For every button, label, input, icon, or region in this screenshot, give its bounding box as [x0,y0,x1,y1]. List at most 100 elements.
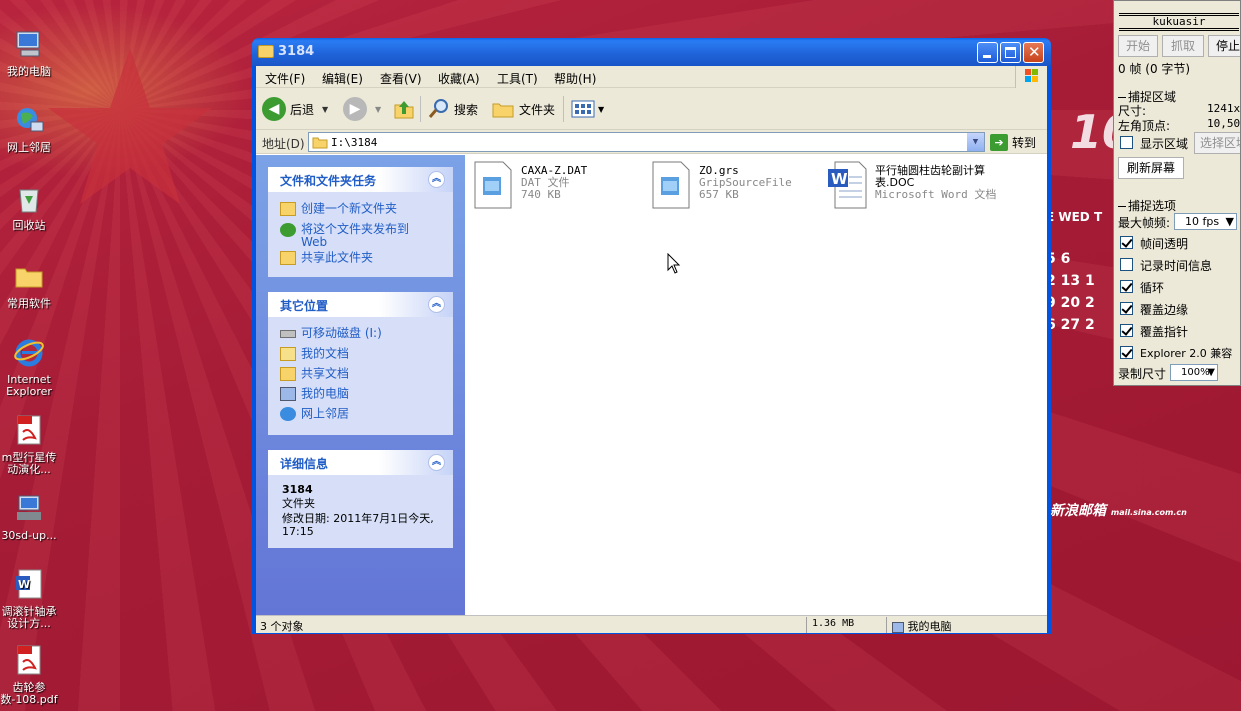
explorer-window: 3184 ✕ 文件(F) 编辑(E) 查看(V) 收藏(A) 工具(T) 帮助(… [252,38,1051,634]
collapse-chevron-icon[interactable]: ︽ [428,171,445,188]
file-size: 657 KB [699,188,739,201]
menu-bar: 文件(F) 编辑(E) 查看(V) 收藏(A) 工具(T) 帮助(H) [256,66,1047,88]
panel-title: 详细信息 [280,457,329,471]
window-title: 3184 [278,44,315,59]
desktop-icon-internet-explorer[interactable]: Internet Explorer [0,336,58,398]
back-button[interactable]: ◀ 后退 ▼ [262,96,328,122]
option-checkbox-cover-edges[interactable] [1120,302,1133,315]
window-titlebar[interactable]: 3184 ✕ [252,38,1051,66]
desktop-icon-setup[interactable]: 30sd-up... [0,492,58,542]
chevron-down-icon: ▼ [1225,215,1234,228]
menu-tools[interactable]: 工具(T) [497,70,538,87]
pdf-icon [17,415,41,445]
option-checkbox-loop[interactable] [1120,280,1133,293]
place-label: 可移动磁盘 (I:) [301,326,382,340]
place-my-computer[interactable]: 我的电脑 [280,387,349,401]
option-label: 帧间透明 [1140,237,1189,251]
option-checkbox-cover-pointer[interactable] [1120,324,1133,337]
file-name: 平行轴圆柱齿轮副计算表.DOC [875,164,985,189]
toolbar-separator [563,96,564,122]
up-folder-button[interactable] [392,96,416,122]
sina-mail-url: mail.sina.com.cn [1110,508,1187,517]
forward-button[interactable]: ▶ ▼ [343,96,381,122]
refresh-screen-button[interactable]: 刷新屏幕 [1118,157,1184,179]
place-my-documents[interactable]: 我的文档 [280,347,349,361]
panel-header[interactable]: 详细信息 ︽ [268,450,453,475]
go-button[interactable]: ➔ 转到 [990,133,1036,151]
desktop-icon-recycle-bin[interactable]: 回收站 [0,182,58,232]
desktop-icon-common-software[interactable]: 常用软件 [0,260,58,310]
record-size-select[interactable]: 100% ▼ [1170,364,1218,381]
desktop-icon-my-computer[interactable]: 我的电脑 [0,28,58,78]
desktop-icon-label: m型行星传动演化... [1,451,57,476]
option-checkbox-frame-transparent[interactable] [1120,236,1133,249]
file-item[interactable]: W 平行轴圆柱齿轮副计算表.DOC Microsoft Word 文档 [827,161,1027,213]
task-share-folder[interactable]: 共享此文件夹 [280,251,373,265]
file-item[interactable]: CAXA-Z.DAT DAT 文件 740 KB [473,161,643,213]
panel-header[interactable]: 其它位置 ︽ [268,292,453,317]
file-item[interactable]: ZO.grs GripSourceFile 657 KB [651,161,821,213]
status-location: 我的电脑 [892,618,952,634]
folders-button[interactable]: 文件夹 [491,96,555,122]
views-button[interactable]: ▼ [571,96,604,122]
menu-edit[interactable]: 编辑(E) [322,70,363,87]
option-checkbox-explorer-compat[interactable] [1120,346,1133,359]
max-fps-select[interactable]: 10 fps ▼ [1174,213,1237,230]
chevron-down-icon: ▼ [322,104,329,114]
network-places-icon [17,108,44,132]
place-shared-documents[interactable]: 共享文档 [280,367,349,381]
details-panel: 详细信息 ︽ 3184 文件夹 修改日期: 2011年7月1日今天, 17:15 [268,450,453,548]
panel-title: 文件和文件夹任务 [280,174,377,188]
search-button[interactable]: 搜索 [427,96,478,122]
select-area-button[interactable]: 选择区域 [1194,132,1240,154]
close-button[interactable]: ✕ [1023,42,1044,63]
address-dropdown-button[interactable]: ▼ [967,133,984,151]
views-icon [571,100,595,118]
desktop-icon-pdf-2[interactable]: 齿轮参数-108.pdf [0,644,58,706]
collapse-chevron-icon[interactable]: ︽ [428,454,445,471]
option-label: 覆盖边缘 [1140,303,1189,317]
folder-icon [15,268,43,288]
collapse-chevron-icon[interactable]: ︽ [428,296,445,313]
recorder-start-button[interactable]: 开始 [1118,35,1158,57]
option-label: 覆盖指针 [1140,325,1189,339]
task-publish-web[interactable]: 将这个文件夹发布到 Web [280,223,430,249]
status-location-label: 我的电脑 [907,620,952,633]
folders-label: 文件夹 [519,102,556,117]
desktop-icon-word-doc[interactable]: W 调滚针轴承设计方... [0,568,58,630]
panel-header[interactable]: 文件和文件夹任务 ︽ [268,167,453,192]
maximize-button[interactable] [1000,42,1021,63]
recorder-stop-button[interactable]: 停止 [1208,35,1240,57]
status-separator [806,617,807,633]
toolbar-separator [420,96,421,122]
show-area-checkbox[interactable] [1120,136,1133,149]
task-new-folder[interactable]: 创建一个新文件夹 [280,202,397,216]
recorder-title: kukuasir [1119,13,1239,31]
place-label: 网上邻居 [301,406,350,421]
option-checkbox-record-time[interactable] [1120,258,1133,271]
desktop-icon-label: 我的电脑 [7,65,51,78]
menu-favorites[interactable]: 收藏(A) [438,70,480,87]
status-total-size: 1.36 MB [812,618,855,629]
menu-file[interactable]: 文件(F) [265,70,305,87]
desktop-icon-pdf-1[interactable]: m型行星传动演化... [0,414,58,476]
mouse-cursor-icon [667,253,681,274]
place-removable-disk[interactable]: 可移动磁盘 (I:) [280,327,382,340]
file-size: 740 KB [521,188,561,201]
address-input[interactable]: I:\3184 ▼ [308,132,985,152]
record-size-label: 录制尺寸 [1118,367,1167,381]
calendar-row: 9 20 2 [1046,295,1095,311]
recorder-capture-button[interactable]: 抓取 [1162,35,1204,57]
gif-recorder-panel: kukuasir 开始 抓取 停止 0 帧 (0 字节) 捕捉区域 尺寸: 12… [1113,0,1241,386]
menu-help[interactable]: 帮助(H) [554,70,596,87]
place-network-places[interactable]: 网上邻居 [280,407,349,421]
details-type: 文件夹 [282,497,315,510]
my-documents-icon [280,347,296,361]
minimize-button[interactable] [977,42,998,63]
menu-view[interactable]: 查看(V) [380,70,422,87]
my-computer-icon [16,31,40,57]
desktop-icon-network-places[interactable]: 网上邻居 [0,104,58,154]
status-separator [886,617,887,633]
folder-icon [312,137,328,149]
word-doc-icon: W [16,569,42,599]
